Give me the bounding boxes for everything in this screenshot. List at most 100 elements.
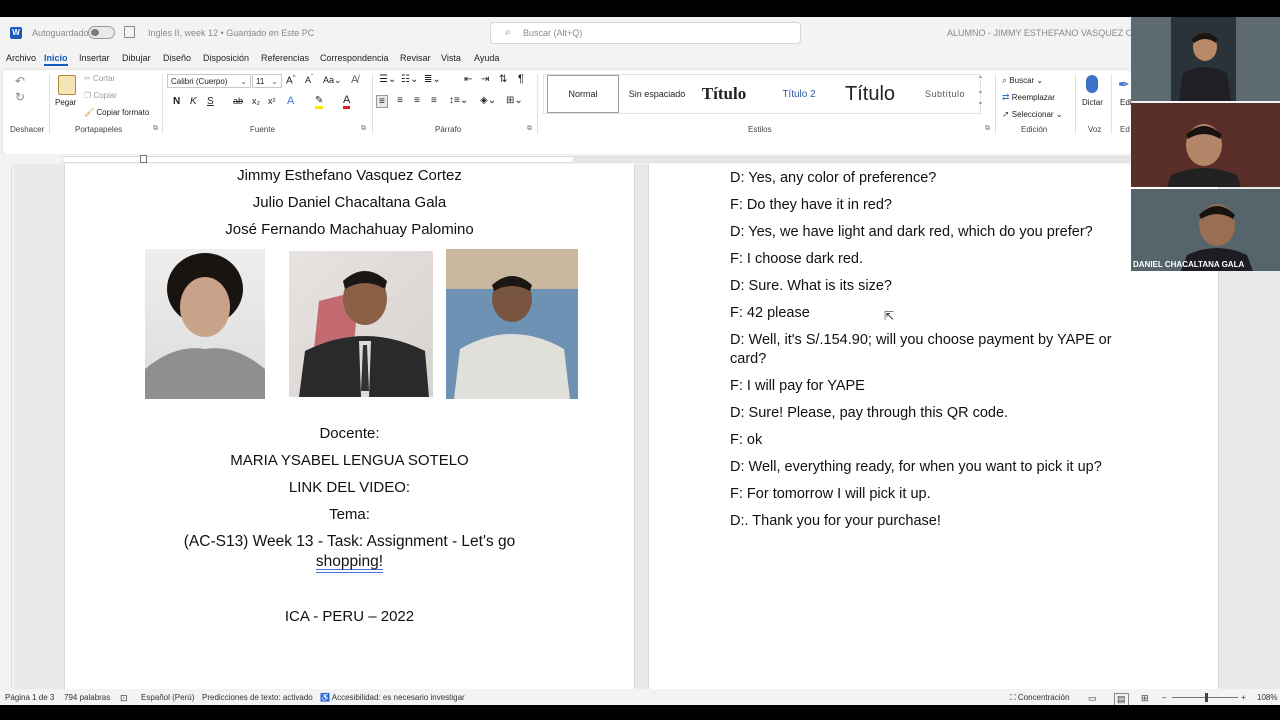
dictate-button[interactable]: Dictar (1082, 98, 1103, 107)
tab-referencias[interactable]: Referencias (261, 53, 309, 63)
grow-font-icon[interactable]: A^ (286, 75, 296, 86)
style-titulo-2[interactable]: Título 2 (766, 75, 832, 113)
tab-disposicion[interactable]: Disposición (203, 53, 249, 63)
language[interactable]: Español (Perú) (141, 693, 194, 702)
paragraph-launcher-icon[interactable]: ⧉ (527, 125, 532, 133)
zoom-slider-thumb[interactable] (1205, 693, 1208, 702)
shrink-font-icon[interactable]: Aˇ (305, 75, 313, 85)
accessibility-status[interactable]: ♿ Accesibilidad: es necesario investigar (320, 693, 465, 702)
save-icon[interactable] (124, 26, 135, 38)
video-tile-participant-2[interactable] (1131, 103, 1280, 187)
paste-button[interactable]: Pegar (55, 98, 76, 107)
highlight-icon[interactable]: ✎ (315, 95, 324, 109)
video-tile-participant-3[interactable]: DANIEL CHACALTANA GALA (1131, 189, 1280, 271)
align-left-icon[interactable]: ≡ (376, 95, 388, 108)
align-right-icon[interactable]: ≡ (414, 95, 420, 106)
shading-icon[interactable]: ◈⌄ (480, 95, 496, 106)
find-button[interactable]: ⌕ Buscar ⌄ (1002, 75, 1043, 86)
zoom-level[interactable]: 108% (1257, 693, 1277, 702)
styles-scroll-icon[interactable]: ⌃ ⌄ ⌄ (977, 74, 984, 107)
participant-video (1171, 17, 1236, 101)
decrease-indent-icon[interactable]: ⇤ (464, 74, 472, 85)
tab-inicio[interactable]: Inicio (44, 53, 68, 66)
strikethrough-icon[interactable]: ab (233, 96, 243, 106)
tab-revisar[interactable]: Revisar (400, 53, 431, 63)
text-effects-icon[interactable]: A (287, 95, 294, 107)
format-painter-button[interactable]: 🖌 Copiar formato (84, 108, 149, 117)
select-button[interactable]: ➚ Seleccionar ⌄ (1002, 109, 1063, 120)
numbering-icon[interactable]: ☷⌄ (401, 74, 418, 85)
proofing-icon[interactable]: ⊡ (120, 693, 128, 704)
align-center-icon[interactable]: ≡ (397, 95, 403, 106)
page-1[interactable]: Jimmy Esthefano Vasquez Cortez Julio Dan… (64, 164, 635, 689)
docente-label: Docente: (319, 425, 380, 442)
show-marks-icon[interactable]: ¶ (518, 73, 524, 85)
font-size-select[interactable]: 11 ⌄ (252, 74, 282, 88)
editor-button[interactable]: Edi (1120, 98, 1132, 107)
underline-icon[interactable]: S (207, 96, 214, 107)
dialogue-line: F: ok (730, 432, 763, 448)
line-spacing-icon[interactable]: ↕≡⌄ (449, 95, 468, 106)
superscript-icon[interactable]: x² (268, 96, 276, 106)
font-color-icon[interactable]: A (343, 95, 351, 109)
zoom-out-icon[interactable]: – (1162, 693, 1166, 702)
clear-format-icon[interactable]: A̸ (351, 74, 358, 86)
microphone-icon[interactable] (1086, 75, 1098, 93)
chevron-down-icon: ⌄ (271, 77, 278, 86)
increase-indent-icon[interactable]: ⇥ (481, 74, 489, 85)
italic-icon[interactable]: K (190, 96, 197, 107)
styles-launcher-icon[interactable]: ⧉ (985, 125, 990, 133)
undo-icon[interactable]: ↶ (15, 74, 25, 88)
justify-icon[interactable]: ≡ (431, 95, 437, 106)
sort-icon[interactable]: ⇅ (499, 74, 507, 85)
indent-marker[interactable] (140, 155, 147, 163)
redo-icon[interactable]: ↻ (15, 90, 25, 104)
cut-button[interactable]: ✂ Cortar (84, 74, 115, 83)
focus-label: Concentración (1017, 693, 1070, 702)
word-count[interactable]: 794 palabras (64, 693, 110, 702)
print-layout-icon[interactable]: ▤ (1114, 693, 1129, 705)
bullets-icon[interactable]: ☰⌄ (379, 74, 396, 85)
copy-button[interactable]: ❐ Copiar (84, 91, 117, 100)
tab-vista[interactable]: Vista (441, 53, 461, 63)
tab-diseno[interactable]: Diseño (163, 53, 191, 63)
bold-icon[interactable]: N (173, 96, 180, 107)
clipboard-launcher-icon[interactable]: ⧉ (153, 125, 158, 133)
autosave-toggle[interactable] (88, 26, 115, 39)
subscript-icon[interactable]: x₂ (252, 96, 260, 106)
editor-icon[interactable]: ✒ (1118, 76, 1130, 93)
tab-ayuda[interactable]: Ayuda (474, 53, 499, 63)
video-tile-participant-1[interactable] (1131, 17, 1280, 101)
undo-group-label: Deshacer (10, 125, 45, 134)
tab-correspondencia[interactable]: Correspondencia (320, 53, 389, 63)
style-titulo[interactable]: Título (834, 75, 906, 113)
document-name[interactable]: Ingles II, week 12 • Guardado en Este PC (148, 28, 314, 38)
replace-button[interactable]: ⇄ Reemplazar (1002, 92, 1055, 103)
paragraph-group-label: Párrafo (435, 125, 462, 134)
change-case-icon[interactable]: Aa⌄ (323, 75, 342, 86)
page-count[interactable]: Página 1 de 3 (5, 693, 54, 702)
text-predictions[interactable]: Predicciones de texto: activado (202, 693, 313, 702)
style-sin-espaciado[interactable]: Sin espaciado (622, 75, 692, 113)
dialogue-line: D: Sure! Please, pay through this QR cod… (730, 405, 1009, 421)
zoom-in-icon[interactable]: + (1241, 693, 1246, 702)
font-launcher-icon[interactable]: ⧉ (361, 125, 366, 133)
web-layout-icon[interactable]: ⊞ (1141, 693, 1149, 704)
vertical-ruler[interactable] (4, 167, 12, 687)
tab-insertar[interactable]: Insertar (79, 53, 110, 63)
horizontal-ruler[interactable] (0, 154, 1131, 164)
font-name-select[interactable]: Calibri (Cuerpo) ⌄ (167, 74, 251, 88)
tab-dibujar[interactable]: Dibujar (122, 53, 151, 63)
word-window: W Autoguardado Ingles II, week 12 • Guar… (0, 17, 1280, 705)
tab-archivo[interactable]: Archivo (6, 53, 36, 63)
read-mode-icon[interactable]: ▭ (1088, 693, 1097, 704)
font-group-label: Fuente (250, 125, 275, 134)
search-box[interactable]: ⌕ Buscar (Alt+Q) (490, 22, 801, 44)
style-normal[interactable]: Normal (547, 75, 619, 113)
borders-icon[interactable]: ⊞⌄ (506, 95, 523, 106)
style-titulo-1[interactable]: Título (692, 75, 756, 113)
style-subtitulo[interactable]: Subtítulo (912, 75, 978, 113)
paste-icon[interactable] (58, 75, 76, 95)
multilevel-list-icon[interactable]: ≣⌄ (424, 74, 441, 85)
focus-button[interactable]: ⛶ Concentración (1010, 693, 1069, 703)
